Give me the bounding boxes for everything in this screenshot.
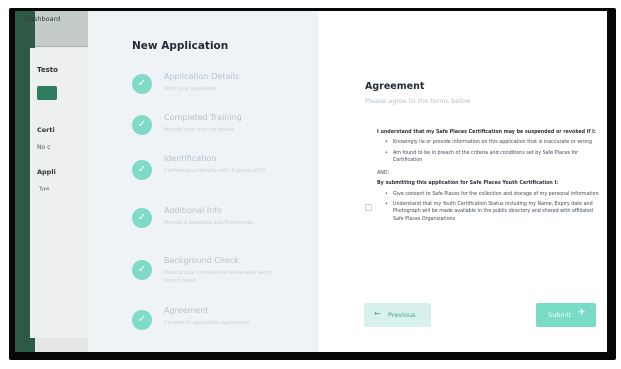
terms-and: AND; <box>377 171 390 177</box>
step-subtitle: Provide a headshot and fingerprints <box>164 220 254 226</box>
stepper-panel <box>88 11 319 352</box>
terms-item: Am found to be in breach of the criteria… <box>377 150 599 165</box>
check-icon: ✓ <box>132 208 152 228</box>
submit-label: Submit <box>548 311 572 319</box>
step-subtitle: Consent to application agreement <box>164 320 250 326</box>
submit-button[interactable]: Submit ✈ <box>536 303 596 327</box>
modal-title: New Application <box>132 40 229 52</box>
step-title: Additional Info <box>164 206 222 215</box>
terms-list-1: Knowingly lie or provide information on … <box>377 139 599 164</box>
agreement-subtitle: Please agree to the terms below <box>365 97 471 105</box>
background-button <box>37 86 57 100</box>
step-subtitle: Provide your criminal and vulnerable sec… <box>164 270 274 284</box>
check-icon: ✓ <box>132 115 152 135</box>
terms-intro: I understand that my Safe Places Certifi… <box>377 130 596 135</box>
background-tab-dashboard: Dashboard <box>25 15 61 23</box>
check-icon: ✓ <box>132 160 152 180</box>
check-icon: ✓ <box>132 260 152 280</box>
background-cert-text: No c <box>37 144 51 151</box>
background-card-title: Testo <box>37 66 58 74</box>
terms-item: Understand that my Youth Certification S… <box>377 201 599 223</box>
step-title: Completed Training <box>164 113 242 122</box>
background-cert-heading: Certi <box>37 126 55 134</box>
step-title: Application Details <box>164 72 239 81</box>
step-subtitle: Provide your training details <box>164 127 235 133</box>
check-icon: ✓ <box>132 310 152 330</box>
agreement-title: Agreement <box>365 81 425 92</box>
background-apps-heading: Appli <box>37 168 56 176</box>
step-title: Background Check <box>164 256 239 265</box>
arrow-left-icon: ← <box>374 309 381 318</box>
step-title: Agreement <box>164 306 209 315</box>
step-subtitle: Confirm your identity with 3 pieces of I… <box>164 168 266 174</box>
step-title: Identification <box>164 154 217 163</box>
consent-intro: By submitting this application for Safe … <box>377 181 559 187</box>
previous-button[interactable]: ← Previous <box>364 303 431 327</box>
background-type-label: Type <box>39 187 50 192</box>
check-icon: ✓ <box>132 74 152 94</box>
terms-item: Knowingly lie or provide information on … <box>377 139 599 147</box>
previous-label: Previous <box>388 311 416 319</box>
agree-checkbox[interactable] <box>365 204 372 211</box>
send-icon: ✈ <box>578 308 586 318</box>
agreement-terms: I understand that my Safe Places Certifi… <box>377 129 599 227</box>
step-subtitle: Start your application <box>164 86 219 92</box>
terms-list-2: Give consent to Safe Places for the coll… <box>377 191 599 223</box>
terms-item: Give consent to Safe Places for the coll… <box>377 191 599 199</box>
